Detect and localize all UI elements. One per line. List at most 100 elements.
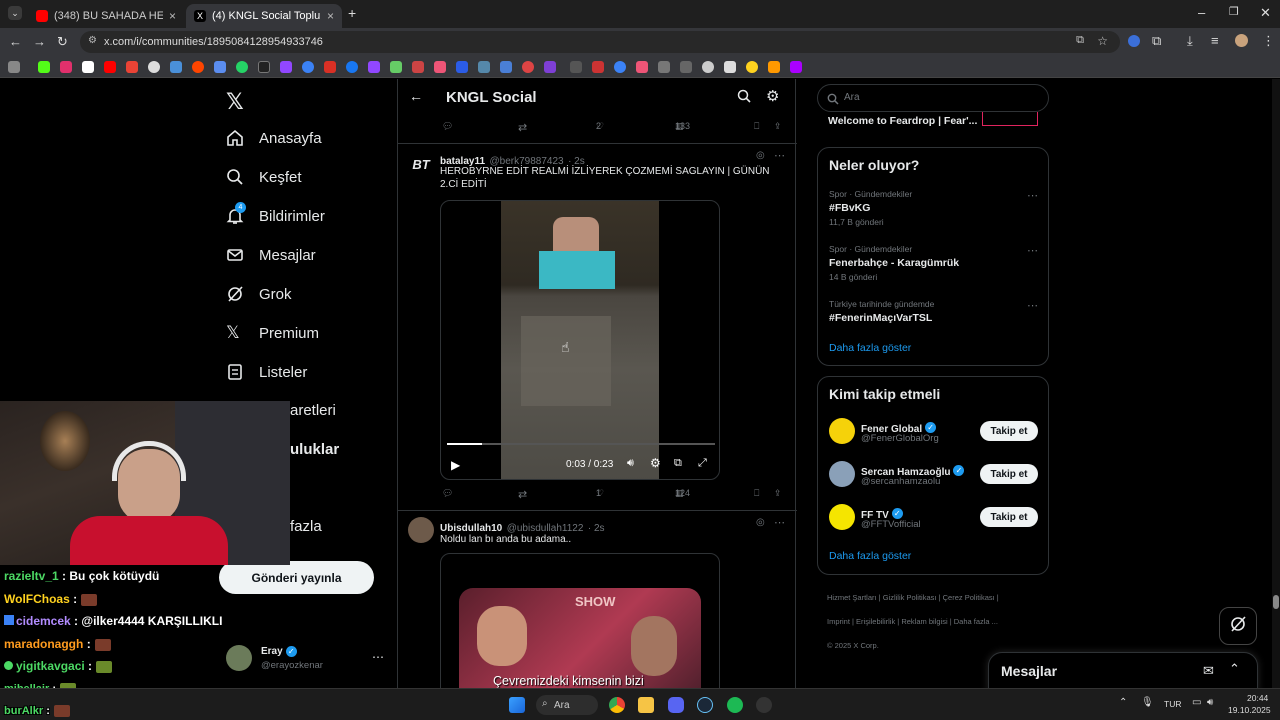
- search-input[interactable]: Ara: [817, 84, 1049, 112]
- maximize-icon[interactable]: ❐: [1229, 5, 1239, 18]
- bookmark-icon[interactable]: ⎕: [754, 488, 759, 499]
- more-options-icon[interactable]: ⋯: [1027, 244, 1038, 257]
- discord-icon[interactable]: [668, 697, 684, 713]
- network-icon[interactable]: ▭: [1192, 697, 1201, 708]
- bookmark-icon[interactable]: [680, 61, 692, 73]
- media-icon[interactable]: ≡: [1211, 33, 1219, 48]
- minimize-icon[interactable]: –: [1198, 5, 1205, 20]
- bookmark-icon[interactable]: [280, 61, 292, 73]
- bookmark-icon[interactable]: [126, 61, 138, 73]
- trend-item[interactable]: Spor · Gündemdekiler #FBvKG 11,7 B gönde…: [829, 189, 1039, 229]
- bookmark-icon[interactable]: [434, 61, 446, 73]
- bookmark-icon[interactable]: [456, 61, 468, 73]
- volume-icon[interactable]: 🔊︎: [627, 457, 634, 470]
- sidebar-item-notifications[interactable]: 4 Bildirimler: [226, 202, 325, 225]
- bookmark-icon[interactable]: [170, 61, 182, 73]
- sidebar-item-explore[interactable]: Keşfet: [226, 168, 302, 186]
- close-tab-icon[interactable]: ×: [169, 9, 176, 23]
- suggestion-row[interactable]: Fener Global ✓ @FenerGlobalOrg Takip et: [818, 417, 1050, 447]
- grok-floating-button[interactable]: [1219, 607, 1257, 645]
- apps-grid-icon[interactable]: [8, 61, 20, 73]
- sidebar-item-grok[interactable]: Grok: [226, 285, 292, 303]
- profile-avatar-icon[interactable]: [1235, 34, 1248, 47]
- bookmark-icon[interactable]: [614, 61, 626, 73]
- volume-icon[interactable]: 🔊︎: [1207, 697, 1213, 708]
- trend-item[interactable]: Spor · Gündemdekiler Fenerbahçe - Karagü…: [829, 244, 1039, 284]
- bookmark-icon[interactable]: [790, 61, 802, 73]
- clock-date[interactable]: 19.10.2025: [1228, 705, 1271, 715]
- share-icon[interactable]: ⇪: [774, 121, 782, 132]
- messages-drawer[interactable]: Mesajlar ✉ ⌃: [988, 652, 1258, 688]
- video-progress-track[interactable]: [447, 443, 715, 445]
- microphone-icon[interactable]: 🎙︎: [1141, 697, 1154, 708]
- forward-icon[interactable]: →: [33, 34, 46, 49]
- follow-button[interactable]: Takip et: [980, 464, 1038, 484]
- bookmark-icon[interactable]: [570, 61, 582, 73]
- tab-x-community[interactable]: X (4) KNGL Social Topluluk / X ×: [186, 4, 342, 28]
- menu-icon[interactable]: ⋮: [1262, 33, 1275, 49]
- follow-button[interactable]: Takip et: [980, 421, 1038, 441]
- bookmark-icon[interactable]: [412, 61, 424, 73]
- pip-icon[interactable]: ⧉: [674, 457, 682, 470]
- settings-gear-icon[interactable]: ⚙: [766, 87, 779, 105]
- bookmark-icon[interactable]: [746, 61, 758, 73]
- follow-button[interactable]: Takip et: [980, 507, 1038, 527]
- back-icon[interactable]: ←: [9, 34, 22, 49]
- bookmark-icon[interactable]: [724, 61, 736, 73]
- bookmark-icon[interactable]: [38, 61, 50, 73]
- bookmark-icon[interactable]: ⎕: [754, 121, 759, 132]
- more-options-icon[interactable]: ⋯: [774, 516, 785, 529]
- bookmark-icon[interactable]: [192, 61, 204, 73]
- reload-icon[interactable]: ↻: [57, 34, 68, 50]
- start-windows-icon[interactable]: [509, 697, 525, 713]
- search-icon[interactable]: [737, 89, 751, 108]
- footer-link[interactable]: Imprint: [827, 617, 850, 626]
- reply-icon[interactable]: 💬︎: [442, 488, 453, 499]
- bookmark-icon[interactable]: [148, 61, 160, 73]
- footer-link[interactable]: Çerez Politikası: [943, 593, 995, 602]
- show-more-link[interactable]: Daha fazla göster: [829, 550, 911, 562]
- spotify-icon[interactable]: [727, 697, 743, 713]
- bookmark-icon[interactable]: [478, 61, 490, 73]
- sidebar-item-communities[interactable]: uluklar: [290, 441, 339, 458]
- more-options-icon[interactable]: ⋯: [372, 650, 384, 664]
- suggestion-row[interactable]: FF TV ✓ @FFTVofficial Takip et: [818, 503, 1050, 533]
- bookmark-icon[interactable]: [324, 61, 336, 73]
- bookmark-icon[interactable]: [60, 61, 72, 73]
- url-input[interactable]: ⚙ x.com/i/communities/189508412895493374…: [80, 31, 1120, 53]
- sidebar-item-lists[interactable]: Listeler: [226, 363, 307, 381]
- bookmark-icon[interactable]: [658, 61, 670, 73]
- bookmark-icon[interactable]: [592, 61, 604, 73]
- bookmark-icon[interactable]: [544, 61, 556, 73]
- scrollbar-thumb[interactable]: [1273, 595, 1279, 609]
- steam-icon[interactable]: [697, 697, 713, 713]
- back-arrow-icon[interactable]: ←: [409, 88, 423, 104]
- site-info-icon[interactable]: ⚙: [88, 35, 97, 46]
- repost-icon[interactable]: ⇄: [518, 121, 527, 134]
- x-logo-icon[interactable]: 𝕏: [226, 89, 244, 115]
- more-options-icon[interactable]: ⋯: [774, 149, 785, 162]
- sidebar-item-premium[interactable]: 𝕏 Premium: [226, 324, 319, 342]
- tab-youtube[interactable]: (348) BU SAHADA HERKES VAR ×: [28, 4, 184, 28]
- bookmark-icon[interactable]: [368, 61, 380, 73]
- suggestion-row[interactable]: Sercan Hamzaoğlu ✓ @sercanhamzaolu Takip …: [818, 460, 1050, 490]
- fullscreen-icon[interactable]: ⤢: [698, 457, 707, 470]
- bookmark-icon[interactable]: [82, 61, 94, 73]
- post[interactable]: BT batalay11 @berk79887423 · 2s ◎ ⋯ HERO…: [398, 144, 795, 509]
- app-icon[interactable]: [756, 697, 772, 713]
- tray-chevron-icon[interactable]: ⌃: [1119, 697, 1127, 708]
- collapse-up-icon[interactable]: ⌃: [1229, 661, 1240, 677]
- video-player[interactable]: ☝ ▶ 0:03 / 0:23 🔊︎ ⚙ ⧉ ⤢: [440, 200, 720, 480]
- sidebar-item-more[interactable]: fazla: [290, 518, 322, 535]
- bookmark-icon[interactable]: [500, 61, 512, 73]
- footer-link[interactable]: Gizlilik Politikası: [883, 593, 937, 602]
- play-icon[interactable]: ▶: [451, 458, 460, 472]
- post[interactable]: Ubisdullah10 @ubisdullah1122 · 2s ◎ ⋯ No…: [398, 511, 795, 688]
- taskbar-search[interactable]: ⌕ Ara: [536, 695, 598, 715]
- extension-blue-icon[interactable]: [1128, 35, 1140, 47]
- video-player[interactable]: SHOW Çevremizdeki kimsenin bizi: [440, 553, 720, 688]
- more-options-icon[interactable]: ⋯: [1027, 299, 1038, 312]
- bookmark-icon[interactable]: [768, 61, 780, 73]
- bookmark-icon[interactable]: [302, 61, 314, 73]
- bookmark-icon[interactable]: [390, 61, 402, 73]
